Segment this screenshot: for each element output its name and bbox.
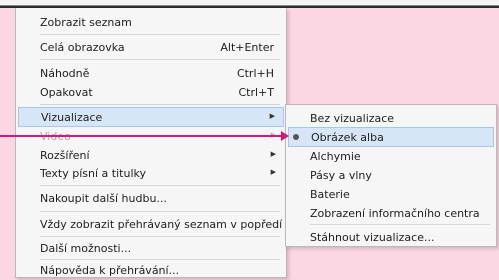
menu-item-label: Náhodně [40, 67, 90, 80]
menu-item-label: Celá obrazovka [40, 41, 125, 54]
submenu-arrow-icon: ▶ [270, 150, 276, 158]
menu-item-buy-music[interactable]: Nakoupit další hudbu... [16, 188, 286, 208]
menu-separator [40, 59, 280, 60]
title-bar [0, 0, 499, 8]
menu-item-fullscreen[interactable]: Celá obrazovka Alt+Enter [16, 37, 286, 57]
menu-item-label: Rozšíření [40, 149, 90, 162]
submenu-item-download-visualizations[interactable]: Stáhnout vizualizace... [286, 227, 496, 247]
menu-item-visualizations[interactable]: Vizualizace ▶ [18, 107, 284, 127]
menu-item-always-on-top[interactable]: Vždy zobrazit přehrávaný seznam v popřed… [16, 214, 286, 234]
menu-item-label: Zobrazit seznam [40, 16, 132, 29]
menu-item-lyrics-captions[interactable]: Texty písní a titulky ▶ [16, 163, 286, 183]
menu-item-label: Opakovat [40, 86, 93, 99]
submenu-item-label: Pásy a vlny [310, 169, 372, 182]
submenu-arrow-icon: ▶ [269, 112, 275, 120]
visualizations-submenu: Bez vizualizace Obrázek alba Alchymie Pá… [285, 104, 497, 247]
submenu-item-label: Obrázek alba [311, 131, 384, 144]
submenu-item-label: Zobrazení informačního centra [310, 207, 480, 220]
callout-arrow-head-icon [281, 131, 289, 141]
menu-item-repeat[interactable]: Opakovat Ctrl+T [16, 82, 286, 102]
menu-item-label: Texty písní a titulky [40, 167, 146, 180]
menu-item-more-options[interactable]: Další možnosti... [16, 238, 286, 258]
submenu-item-label: Bez vizualizace [310, 112, 395, 125]
menu-separator [310, 224, 490, 225]
menu-item-shuffle[interactable]: Náhodně Ctrl+H [16, 63, 286, 83]
menu-item-shortcut: Alt+Enter [220, 41, 274, 54]
submenu-item-no-visualization[interactable]: Bez vizualizace [286, 108, 496, 128]
menu-item-show-list[interactable]: Zobrazit seznam [16, 12, 286, 32]
submenu-item-album-art[interactable]: Obrázek alba [288, 127, 494, 147]
menu-item-shortcut: Ctrl+H [236, 67, 274, 80]
submenu-item-label: Baterie [310, 188, 350, 201]
submenu-item-alchemy[interactable]: Alchymie [286, 146, 496, 166]
menu-item-playback-help[interactable]: Nápověda k přehrávání... [16, 260, 286, 280]
submenu-arrow-icon: ▶ [270, 168, 276, 176]
menu-separator [40, 185, 280, 186]
menu-item-extensions[interactable]: Rozšíření ▶ [16, 145, 286, 165]
title-bar-edge [0, 0, 499, 6]
submenu-item-battery[interactable]: Baterie [286, 184, 496, 204]
menu-separator [40, 211, 280, 212]
menu-item-label: Nápověda k přehrávání... [40, 264, 180, 277]
menu-item-label: Další možnosti... [40, 242, 132, 255]
submenu-item-label: Stáhnout vizualizace... [310, 231, 435, 244]
menu-separator [40, 104, 280, 105]
menu-separator [40, 236, 280, 237]
selected-radio-icon [293, 134, 299, 140]
submenu-item-bars-waves[interactable]: Pásy a vlny [286, 165, 496, 185]
callout-arrow-line [0, 135, 285, 137]
menu-item-label: Vizualizace [41, 111, 103, 124]
menu-item-label: Vždy zobrazit přehrávaný seznam v popřed… [40, 218, 283, 231]
context-menu: Zobrazit seznam Celá obrazovka Alt+Enter… [15, 8, 287, 278]
menu-item-shortcut: Ctrl+T [238, 86, 274, 99]
menu-item-label: Nakoupit další hudbu... [40, 192, 167, 205]
menu-separator [40, 34, 280, 35]
submenu-item-info-center-view[interactable]: Zobrazení informačního centra [286, 203, 496, 223]
submenu-item-label: Alchymie [310, 150, 361, 163]
